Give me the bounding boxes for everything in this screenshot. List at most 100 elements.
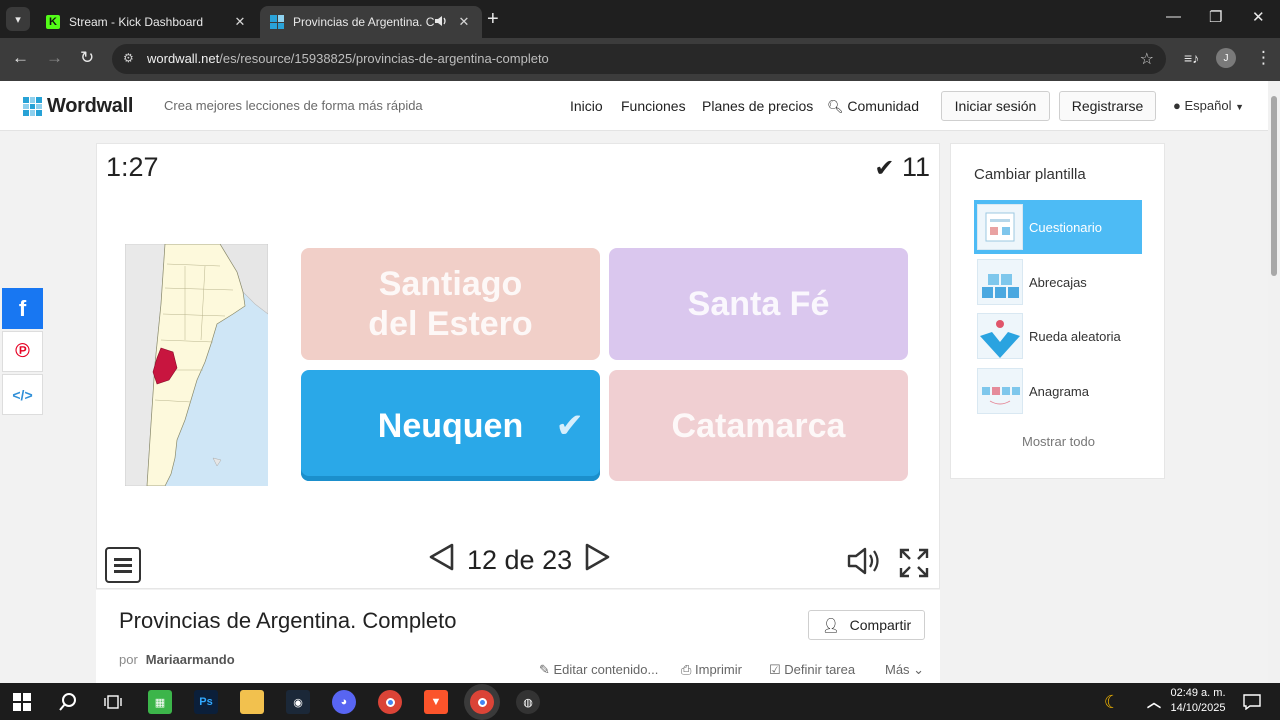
language-label: Español — [1184, 98, 1232, 113]
scrollbar-thumb[interactable] — [1271, 96, 1277, 276]
notifications-icon[interactable] — [1240, 690, 1264, 714]
file-explorer-icon[interactable] — [240, 690, 264, 714]
new-tab-icon[interactable]: + — [487, 9, 499, 29]
more-menu[interactable]: Más ⌄ — [885, 662, 924, 678]
restore-icon[interactable]: ❐ — [1209, 8, 1222, 26]
printer-icon: ⎙ — [681, 662, 696, 677]
brave-icon[interactable]: ▼ — [424, 690, 448, 714]
reload-icon[interactable]: ↻ — [80, 48, 94, 68]
activity-info: Provincias de Argentina. Completo 👤︎ Com… — [96, 590, 940, 683]
set-assignment-link[interactable]: ☑ Definir tarea — [769, 662, 855, 678]
url-text: wordwall.net/es/resource/15938825/provin… — [147, 51, 549, 66]
close-tab-icon[interactable]: ✕ — [456, 14, 472, 30]
answer-text: Catamarca — [671, 406, 846, 445]
profile-avatar[interactable]: J — [1216, 48, 1236, 68]
correct-check-icon: ✔ — [555, 407, 585, 445]
nav-comunidad[interactable]: 🔍︎ Comunidad — [827, 98, 919, 115]
fullscreen-icon[interactable] — [899, 548, 929, 583]
answer-text: Santiago — [378, 265, 523, 303]
page-scrollbar[interactable] — [1268, 81, 1280, 683]
next-arrow-icon[interactable] — [582, 542, 612, 579]
pinterest-share-icon[interactable]: ℗ — [2, 331, 43, 372]
share-button[interactable]: 👤︎ Compartir — [808, 610, 925, 640]
action-label: Más — [885, 662, 910, 677]
task-view-icon[interactable] — [101, 690, 125, 714]
activity-title: Provincias de Argentina. Completo — [119, 608, 457, 633]
photoshop-icon[interactable]: Ps — [194, 690, 218, 714]
clock[interactable]: 02:49 a. m. 14/10/2025 — [1166, 686, 1230, 716]
nav-inicio[interactable]: Inicio — [570, 98, 603, 114]
tab-search-button[interactable]: ▾ — [6, 7, 30, 31]
forward-icon[interactable]: → — [46, 48, 63, 68]
chrome-icon[interactable] — [378, 690, 402, 714]
chrome-active-icon[interactable] — [470, 690, 494, 714]
facebook-share-icon[interactable]: f — [2, 288, 43, 329]
close-window-icon[interactable]: ✕ — [1252, 8, 1265, 26]
search-icon[interactable] — [56, 690, 80, 714]
embed-code-icon[interactable]: </> — [2, 374, 43, 415]
answer-text: Santa Fé — [687, 285, 830, 323]
print-link[interactable]: ⎙ Imprimir — [681, 662, 742, 678]
answer-text: del Estero — [368, 305, 533, 343]
bookmark-star-icon[interactable]: ☆ — [1140, 49, 1154, 69]
template-random-wheel[interactable]: Rueda aleatoria — [974, 309, 1142, 363]
nav-planes[interactable]: Planes de precios — [702, 98, 813, 114]
score: ✔ 11 — [874, 152, 930, 183]
template-anagram[interactable]: Anagrama — [974, 364, 1142, 418]
template-label: Anagrama — [1029, 383, 1089, 399]
author-line: por Mariaarmando — [119, 652, 235, 667]
author-link[interactable]: Mariaarmando — [146, 652, 235, 667]
previous-arrow-icon[interactable] — [427, 542, 457, 579]
quiz-template-icon — [977, 204, 1023, 250]
url-field[interactable]: ⚙ wordwall.net/es/resource/15938825/prov… — [112, 44, 1166, 74]
person-icon: 👤︎ — [821, 616, 840, 633]
template-quiz[interactable]: Cuestionario — [974, 200, 1142, 254]
action-label: Definir tarea — [784, 662, 856, 677]
language-selector[interactable]: ● Español ▼ — [1173, 98, 1244, 113]
pencil-icon: ✎ — [539, 662, 554, 677]
minimize-icon[interactable]: — — [1166, 8, 1181, 25]
close-tab-icon[interactable]: ✕ — [232, 14, 248, 30]
logo-text: Wordwall — [47, 95, 134, 117]
answer-option-2[interactable]: Santa Fé — [609, 248, 908, 360]
sound-icon[interactable] — [847, 546, 881, 581]
answer-option-3-selected[interactable]: Neuquen ✔ — [301, 370, 600, 481]
wheel-template-icon — [977, 313, 1023, 359]
site-info-icon[interactable]: ⚙ — [123, 51, 134, 65]
browser-menu-icon[interactable]: ⋮ — [1255, 48, 1272, 68]
register-button[interactable]: Registrarse — [1059, 91, 1156, 121]
obs-icon[interactable]: ◍ — [516, 690, 540, 714]
address-bar: ← → ↻ ⚙ wordwall.net/es/resource/1593882… — [0, 38, 1280, 81]
caret-down-icon: ▼ — [1235, 102, 1245, 112]
change-template-panel: Cambiar plantilla Cuestionario Abrecajas… — [950, 143, 1165, 479]
game-menu-button[interactable] — [105, 547, 141, 583]
answer-text: Neuquen — [377, 406, 524, 445]
answer-option-1[interactable]: Santiago del Estero — [301, 248, 600, 360]
answer-option-4[interactable]: Catamarca — [609, 370, 908, 481]
night-light-icon[interactable]: ☾ — [1100, 690, 1124, 714]
steam-icon[interactable]: ◉ — [286, 690, 310, 714]
nav-funciones[interactable]: Funciones — [621, 98, 686, 114]
media-control-icon[interactable]: ≡♪ — [1184, 50, 1199, 66]
site-header: Wordwall Crea mejores lecciones de forma… — [0, 81, 1268, 131]
discord-icon[interactable]: ◕ — [332, 690, 356, 714]
show-all-link[interactable]: Mostrar todo — [951, 434, 1166, 449]
checkbox-icon: ☑ — [769, 662, 785, 677]
back-icon[interactable]: ← — [12, 48, 29, 68]
nav-comunidad-label: Comunidad — [847, 98, 920, 114]
tab-kick-dashboard[interactable]: K Stream - Kick Dashboard ✕ — [36, 6, 258, 38]
kick-icon: K — [46, 15, 60, 29]
score-value: 11 — [901, 152, 930, 182]
wordwall-logo[interactable]: Wordwall — [23, 95, 133, 118]
edit-content-link[interactable]: ✎ Editar contenido... — [539, 662, 658, 678]
template-open-box[interactable]: Abrecajas — [974, 255, 1142, 309]
chevron-up-icon[interactable]: ︿ — [1142, 690, 1166, 714]
tab-wordwall[interactable]: Provincias de Argentina. Co ✕ — [260, 6, 482, 38]
login-button[interactable]: Iniciar sesión — [941, 91, 1050, 121]
action-label: Editar contenido... — [553, 662, 659, 677]
windows-start-icon[interactable] — [10, 690, 34, 714]
minecraft-icon[interactable]: ▦ — [148, 690, 172, 714]
anagram-template-icon — [977, 368, 1023, 414]
boxes-template-icon — [977, 259, 1023, 305]
audio-playing-icon[interactable] — [434, 15, 450, 30]
